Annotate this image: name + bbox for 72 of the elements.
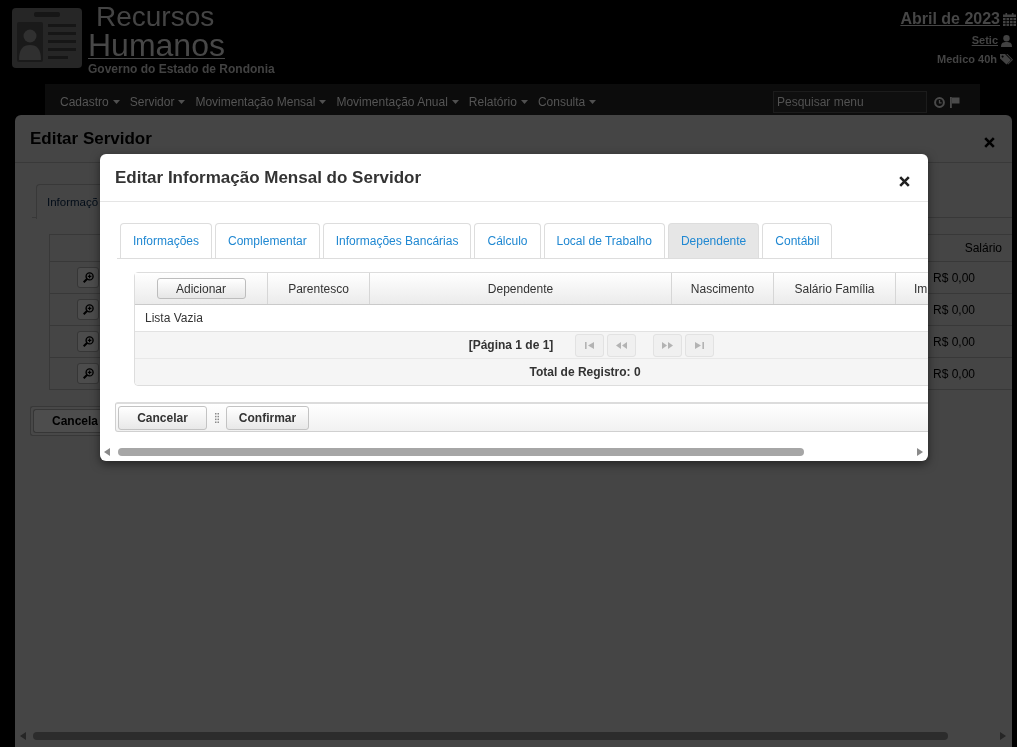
- fast-forward-icon: [662, 341, 674, 349]
- dialog-title: Editar Servidor: [30, 128, 152, 149]
- tab[interactable]: Cálculo: [474, 223, 541, 258]
- skip-forward-icon: [695, 341, 705, 349]
- salary-value: R$ 0,00: [933, 270, 976, 285]
- menu-item[interactable]: Movimentação Anual: [336, 95, 459, 109]
- scrollbar-thumb[interactable]: [33, 731, 948, 740]
- caret-icon: [112, 100, 120, 104]
- tab[interactable]: Dependente: [667, 223, 760, 258]
- zoom-in-icon: [82, 336, 94, 347]
- column-header: Nascimento: [690, 281, 755, 296]
- zoom-in-icon: [82, 272, 94, 283]
- salary-value: R$ 0,00: [933, 302, 976, 317]
- menu-item[interactable]: Consulta: [537, 95, 597, 109]
- arrow-left-icon[interactable]: [20, 731, 26, 740]
- grip-icon: [215, 412, 219, 423]
- column-header: Salário Família: [794, 281, 875, 296]
- caret-icon: [451, 100, 459, 104]
- arrow-left-icon[interactable]: [104, 448, 110, 456]
- zoom-button[interactable]: [77, 267, 99, 288]
- salary-value: R$ 0,00: [933, 334, 976, 349]
- flag-icon[interactable]: [950, 96, 960, 108]
- app-title: Recursos: [96, 3, 215, 31]
- zoom-button[interactable]: [77, 363, 99, 384]
- cancel-button[interactable]: Cancelar: [118, 405, 207, 430]
- dialog-title: Editar Informação Mensal do Servidor: [115, 167, 422, 188]
- calendar-icon: [1003, 12, 1016, 26]
- arrow-right-icon[interactable]: [917, 448, 923, 456]
- column-header: Parentesco: [288, 281, 349, 296]
- zoom-button[interactable]: [77, 299, 99, 320]
- role-label: Medico 40h: [937, 53, 997, 66]
- tag-icon: [1000, 53, 1013, 66]
- column-header: Salário: [964, 241, 1002, 255]
- column-header: Im: [914, 281, 928, 296]
- tab[interactable]: Informações Bancárias: [322, 223, 472, 258]
- tab[interactable]: Local de Trabalho: [543, 223, 665, 258]
- skip-back-icon: [585, 341, 595, 349]
- add-button[interactable]: Adicionar: [156, 278, 246, 299]
- app-title: Humanos: [88, 31, 225, 60]
- salary-value: R$ 0,00: [933, 366, 976, 381]
- zoom-button[interactable]: [77, 331, 99, 352]
- period-link[interactable]: Abril de 2023: [900, 10, 1000, 28]
- caret-icon: [589, 100, 597, 104]
- total-label: Total de Registro: 0: [529, 365, 641, 379]
- menu-item[interactable]: Servidor: [129, 95, 186, 109]
- menu-item[interactable]: Relatório: [468, 95, 528, 109]
- zoom-in-icon: [82, 368, 94, 379]
- organization-name: Governo do Estado de Rondonia: [88, 62, 275, 76]
- clock-icon[interactable]: [934, 96, 945, 108]
- scrollbar-thumb[interactable]: [118, 448, 804, 456]
- menu-item[interactable]: Movimentação Mensal: [195, 95, 327, 109]
- user-link[interactable]: Setic: [971, 34, 998, 47]
- page-report: [Página 1 de 1]: [468, 338, 554, 352]
- tab[interactable]: Complementar: [215, 223, 320, 258]
- id-card-icon: [12, 8, 82, 68]
- column-header: Dependente: [487, 281, 554, 296]
- caret-icon: [520, 100, 528, 104]
- arrow-right-icon[interactable]: [1000, 731, 1006, 740]
- menu-item[interactable]: Cadastro: [60, 95, 120, 109]
- caret-icon: [319, 100, 327, 104]
- search-field[interactable]: Pesquisar menu: [773, 91, 927, 113]
- caret-icon: [178, 100, 186, 104]
- rewind-icon: [616, 341, 628, 349]
- tab[interactable]: Informaçõ: [36, 184, 100, 219]
- close-icon[interactable]: [899, 176, 910, 187]
- empty-message: Lista Vazia: [145, 311, 203, 325]
- cancel-button[interactable]: Cancela: [33, 409, 100, 433]
- tab[interactable]: Informações: [120, 223, 213, 258]
- tab[interactable]: Contábil: [762, 223, 833, 258]
- user-icon: [1001, 34, 1012, 47]
- confirm-button[interactable]: Confirmar: [226, 405, 309, 430]
- zoom-in-icon: [82, 304, 94, 315]
